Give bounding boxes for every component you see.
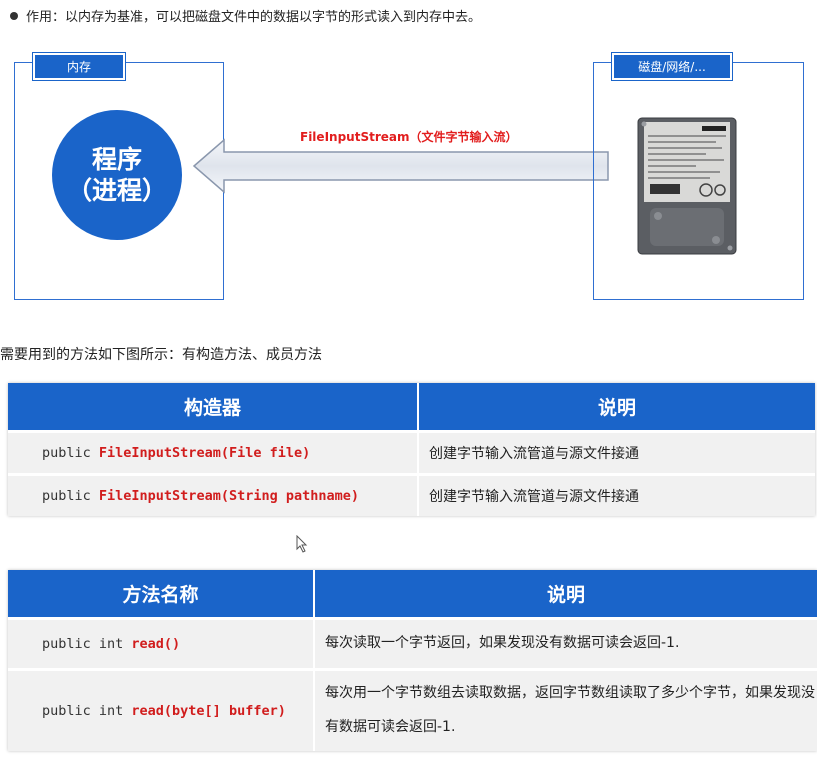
column-header: 方法名称 [8,570,315,619]
arrow-label: FileInputStream（文件字节输入流） [300,130,518,144]
method-signature: public int read(byte[] buffer) [8,668,315,751]
constructor-description: 创建字节输入流管道与源文件接通 [418,473,815,516]
mouse-cursor-icon [296,535,308,553]
bullet-dot [10,12,18,20]
source-tag: 磁盘/网络/... [611,52,733,81]
method-signature: public int read() [8,617,315,670]
left-arrow-icon [192,138,609,194]
table-header-row: 构造器 说明 [8,383,815,432]
program-circle: 程序 （进程） [52,110,182,240]
constructor-signature: public FileInputStream(String pathname) [8,473,419,516]
constructor-signature: public FileInputStream(File file) [8,430,419,475]
bullet-line: 作用：以内存为基准，可以把磁盘文件中的数据以字节的形式读入到内存中去。 [10,6,481,25]
table-row: public FileInputStream(String pathname) … [8,473,815,516]
method-description: 每次读取一个字节返回，如果发现没有数据可读会返回-1. [314,617,817,670]
program-label-line2: （进程） [66,176,167,205]
signature-name: FileInputStream(File file) [98,445,311,461]
signature-name: read() [131,636,181,652]
memory-tag: 内存 [32,52,126,81]
table-header-row: 方法名称 说明 [8,570,817,619]
column-header: 构造器 [8,383,419,432]
program-label-line1: 程序 [91,144,142,174]
table-row: public FileInputStream(File file) 创建字节输入… [8,430,815,475]
signature-name: FileInputStream(String pathname) [98,488,359,504]
signature-prefix: public int [42,636,132,652]
column-header: 说明 [418,383,815,432]
table-row: public int read(byte[] buffer) 每次用一个字节数组… [8,668,817,751]
intro-text: 需要用到的方法如下图所示：有构造方法、成员方法 [0,347,322,363]
hard-disk-icon [637,117,737,255]
bullet-text: 作用：以内存为基准，可以把磁盘文件中的数据以字节的形式读入到内存中去。 [26,10,482,25]
signature-prefix: public [42,488,99,504]
signature-name: read(byte[] buffer) [131,703,286,719]
methods-table: 方法名称 说明 public int read() 每次读取一个字节返回，如果发… [8,570,817,751]
table-row: public int read() 每次读取一个字节返回，如果发现没有数据可读会… [8,617,817,670]
column-header: 说明 [314,570,817,619]
signature-prefix: public [42,445,99,461]
constructor-description: 创建字节输入流管道与源文件接通 [418,430,815,475]
method-description: 每次用一个字节数组去读取数据，返回字节数组读取了多少个字节，如果发现没有数据可读… [314,668,817,751]
constructor-table: 构造器 说明 public FileInputStream(File file)… [8,383,815,516]
signature-prefix: public int [42,703,132,719]
